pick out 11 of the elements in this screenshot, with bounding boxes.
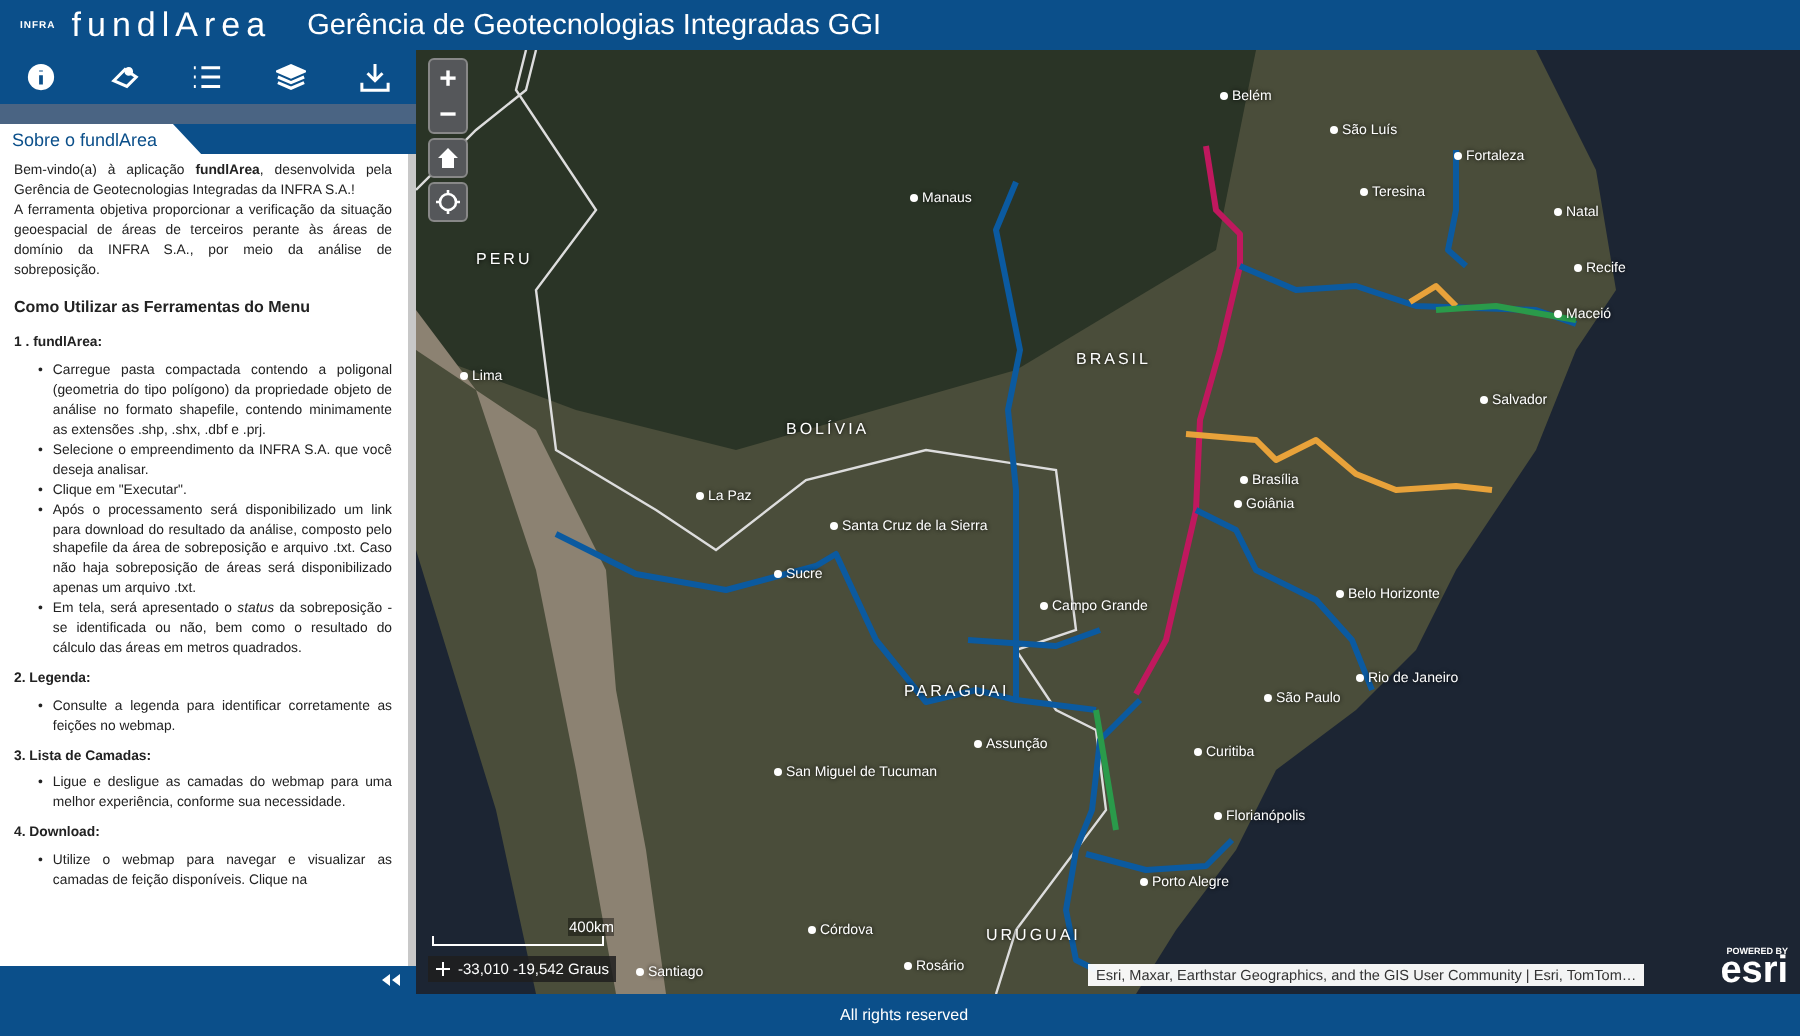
- app-name: fundlArea: [71, 5, 272, 45]
- footer-text: All rights reserved: [840, 1006, 969, 1024]
- section-heading: Como Utilizar as Ferramentas do Menu: [14, 298, 313, 319]
- country-label: BRASIL: [1076, 350, 1151, 368]
- zoom-out-button[interactable]: −: [430, 96, 466, 132]
- country-label: PERU: [476, 250, 533, 268]
- country-label: PARAGUAI: [904, 682, 1010, 700]
- country-label: BOLÍVIA: [786, 420, 870, 438]
- app-title: Gerência de Geotecnologias Integradas GGI: [307, 9, 882, 41]
- about-tab[interactable]: Sobre o fundlArea: [0, 124, 202, 154]
- zoom-in-button[interactable]: +: [430, 60, 466, 96]
